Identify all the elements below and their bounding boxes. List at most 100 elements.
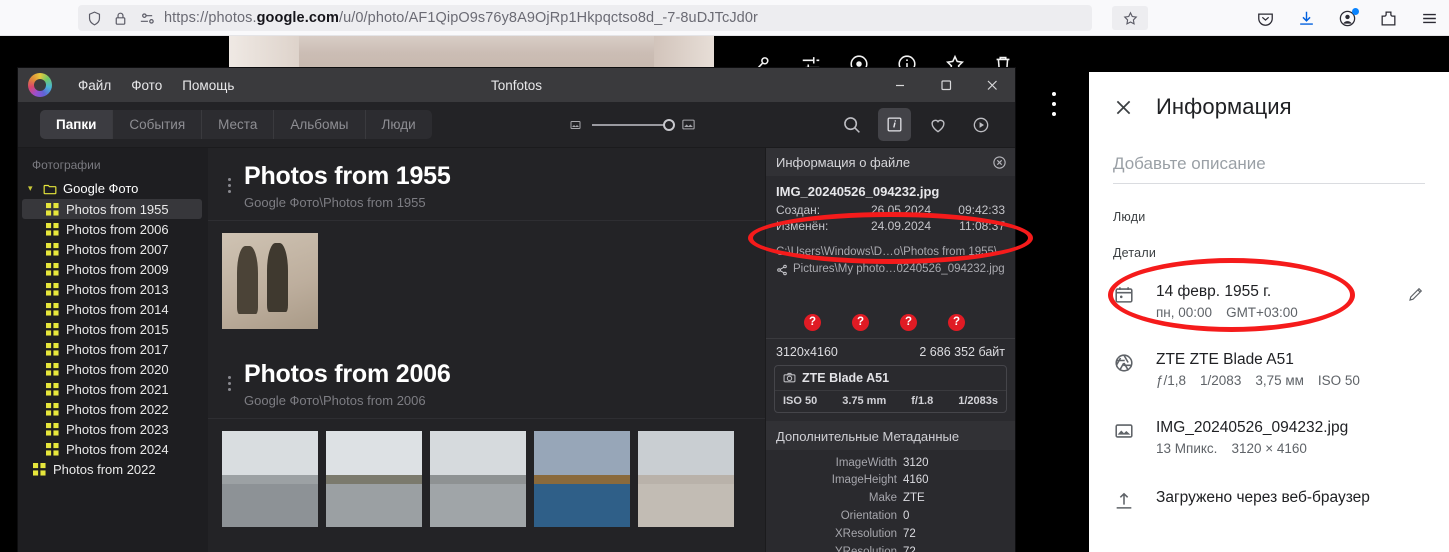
file-dimensions: 3120 × 4160 [1231, 440, 1307, 456]
tab-places[interactable]: Места [202, 110, 275, 139]
tonfotos-menubar: Файл Фото Помощь [68, 74, 244, 97]
account-icon[interactable] [1338, 7, 1359, 28]
extensions-icon[interactable] [1379, 9, 1398, 28]
pocket-icon[interactable] [1256, 9, 1275, 28]
lock-icon[interactable] [112, 10, 129, 27]
minimize-icon[interactable] [877, 68, 923, 102]
face-thumbnail[interactable]: ? [826, 289, 869, 331]
sidebar-item-photos-from-2014[interactable]: Photos from 2014 [18, 299, 208, 319]
face-thumbnail[interactable]: ? [922, 289, 965, 331]
metadata-value: 72 [903, 527, 916, 540]
tab-people[interactable]: Люди [366, 110, 432, 139]
close-icon[interactable] [992, 155, 1007, 170]
favorite-icon[interactable] [921, 108, 954, 141]
large-thumbnail-icon [680, 117, 697, 132]
unknown-face-badge[interactable]: ? [900, 313, 917, 331]
detail-row-date[interactable]: 14 февр. 1955 г. пн, 00:00 GMT+03:00 [1113, 282, 1425, 320]
menu-item-help[interactable]: Помощь [172, 74, 244, 97]
camera-exif-row: ISO 50 3.75 mm f/1.8 1/2083s [775, 389, 1006, 412]
tab-albums[interactable]: Альбомы [274, 110, 366, 139]
slideshow-icon[interactable] [964, 108, 997, 141]
file-info-dimensions-row: 3120x4160 2 686 352 байт [766, 337, 1015, 365]
tab-folders[interactable]: Папки [40, 110, 114, 139]
unknown-face-badge[interactable]: ? [948, 313, 965, 331]
close-icon[interactable] [1113, 97, 1134, 118]
sidebar-item-photos-from-2017[interactable]: Photos from 2017 [18, 339, 208, 359]
unknown-face-badge[interactable]: ? [852, 313, 869, 331]
sidebar-item-photos-from-2024[interactable]: Photos from 2024 [18, 439, 208, 459]
menu-item-photo[interactable]: Фото [121, 74, 172, 97]
file-info-modified-row: Изменён: 24.09.2024 11:08:37 [766, 218, 1015, 234]
pencil-icon[interactable] [1407, 285, 1425, 303]
address-bar[interactable]: https://photos.google.com/u/0/photo/AF1Q… [78, 5, 1092, 31]
sidebar-item-sibling-photos-from-2022[interactable]: Photos from 2022 [18, 459, 208, 479]
sidebar-item-photos-from-2015[interactable]: Photos from 2015 [18, 319, 208, 339]
description-field-wrap[interactable] [1113, 154, 1425, 184]
thumbnail-image [430, 431, 526, 527]
hamburger-menu-icon[interactable] [1420, 9, 1439, 28]
shield-icon[interactable] [86, 10, 103, 27]
detail-row-upload: Загружено через веб-браузер [1113, 488, 1425, 512]
description-input[interactable] [1113, 154, 1425, 174]
exif-iso: ISO 50 [1317, 372, 1360, 388]
thumbnail-item[interactable] [430, 431, 526, 527]
close-icon[interactable] [969, 68, 1015, 102]
metadata-value: 72 [903, 545, 916, 552]
thumbnail-selected[interactable] [222, 233, 318, 329]
browser-action-icons [1256, 6, 1439, 30]
tab-events[interactable]: События [113, 110, 203, 139]
sidebar-item-label: Photos from 2007 [66, 241, 169, 257]
metadata-row: XResolution 72 [766, 526, 1015, 544]
sidebar-item-photos-from-2013[interactable]: Photos from 2013 [18, 279, 208, 299]
tonfotos-titlebar[interactable]: Файл Фото Помощь Tonfotos [18, 68, 1015, 102]
sidebar-item-photos-from-2021[interactable]: Photos from 2021 [18, 379, 208, 399]
sidebar-item-photos-from-2023[interactable]: Photos from 2023 [18, 419, 208, 439]
thumbnail-image [326, 431, 422, 527]
thumbnail-item[interactable] [638, 431, 734, 527]
url-domain: google.com [256, 10, 339, 26]
image-dimensions: 3120x4160 [776, 344, 838, 359]
sidebar-root-google-photo[interactable]: ▾ Google Фото [18, 178, 208, 199]
toolbar-tools [835, 108, 997, 141]
bookmark-star-button[interactable] [1112, 6, 1148, 30]
more-options-icon[interactable] [1047, 92, 1061, 116]
sidebar-item-label: Photos from 2009 [66, 261, 169, 277]
grid-icon [46, 282, 59, 296]
slider-knob[interactable] [663, 118, 675, 131]
info-icon[interactable] [878, 108, 911, 141]
permissions-icon[interactable] [138, 10, 155, 27]
sidebar-item-photos-from-2009[interactable]: Photos from 2009 [18, 259, 208, 279]
thumbnail-size-slider[interactable] [569, 117, 697, 132]
slider-track[interactable] [592, 118, 675, 131]
group-options-icon[interactable] [222, 174, 236, 196]
file-size: 2 686 352 байт [919, 344, 1005, 359]
exif-focal: 3,75 мм [1255, 372, 1304, 388]
thumbnail-item[interactable] [326, 431, 422, 527]
sidebar-item-photos-from-2022[interactable]: Photos from 2022 [18, 399, 208, 419]
grid-icon [33, 462, 46, 476]
sidebar-item-photos-from-1955[interactable]: Photos from 1955 [22, 199, 202, 219]
url-text[interactable]: https://photos.google.com/u/0/photo/AF1Q… [164, 10, 758, 26]
face-thumbnail[interactable]: ? [874, 289, 917, 331]
sidebar-item-photos-from-2020[interactable]: Photos from 2020 [18, 359, 208, 379]
search-icon[interactable] [835, 108, 868, 141]
file-info-created-row: Создан: 26.05.2024 09:42:33 [766, 202, 1015, 218]
unknown-face-badge[interactable]: ? [804, 313, 821, 331]
metadata-row: ImageHeight 4160 [766, 472, 1015, 490]
sidebar-item-photos-from-2006[interactable]: Photos from 2006 [18, 219, 208, 239]
modified-label: Изменён: [776, 219, 829, 233]
file-info-path: C:\Users\Windows\D…o\Photos from 1955\ P… [766, 234, 1015, 279]
thumbnail-item[interactable] [222, 431, 318, 527]
group-options-icon[interactable] [222, 372, 236, 394]
menu-item-file[interactable]: Файл [68, 74, 121, 97]
maximize-icon[interactable] [923, 68, 969, 102]
folder-sidebar: Фотографии ▾ Google Фото Photos from 195… [18, 148, 208, 552]
share-icon[interactable] [776, 264, 788, 276]
sidebar-item-label: Photos from 2023 [66, 421, 169, 437]
download-icon[interactable] [1297, 9, 1316, 28]
camera-model-row: ZTE Blade A51 [775, 366, 1006, 390]
sidebar-item-photos-from-2007[interactable]: Photos from 2007 [18, 239, 208, 259]
face-thumbnail[interactable]: ? [778, 289, 821, 331]
chevron-down-icon[interactable]: ▾ [28, 184, 37, 193]
thumbnail-item[interactable] [534, 431, 630, 527]
